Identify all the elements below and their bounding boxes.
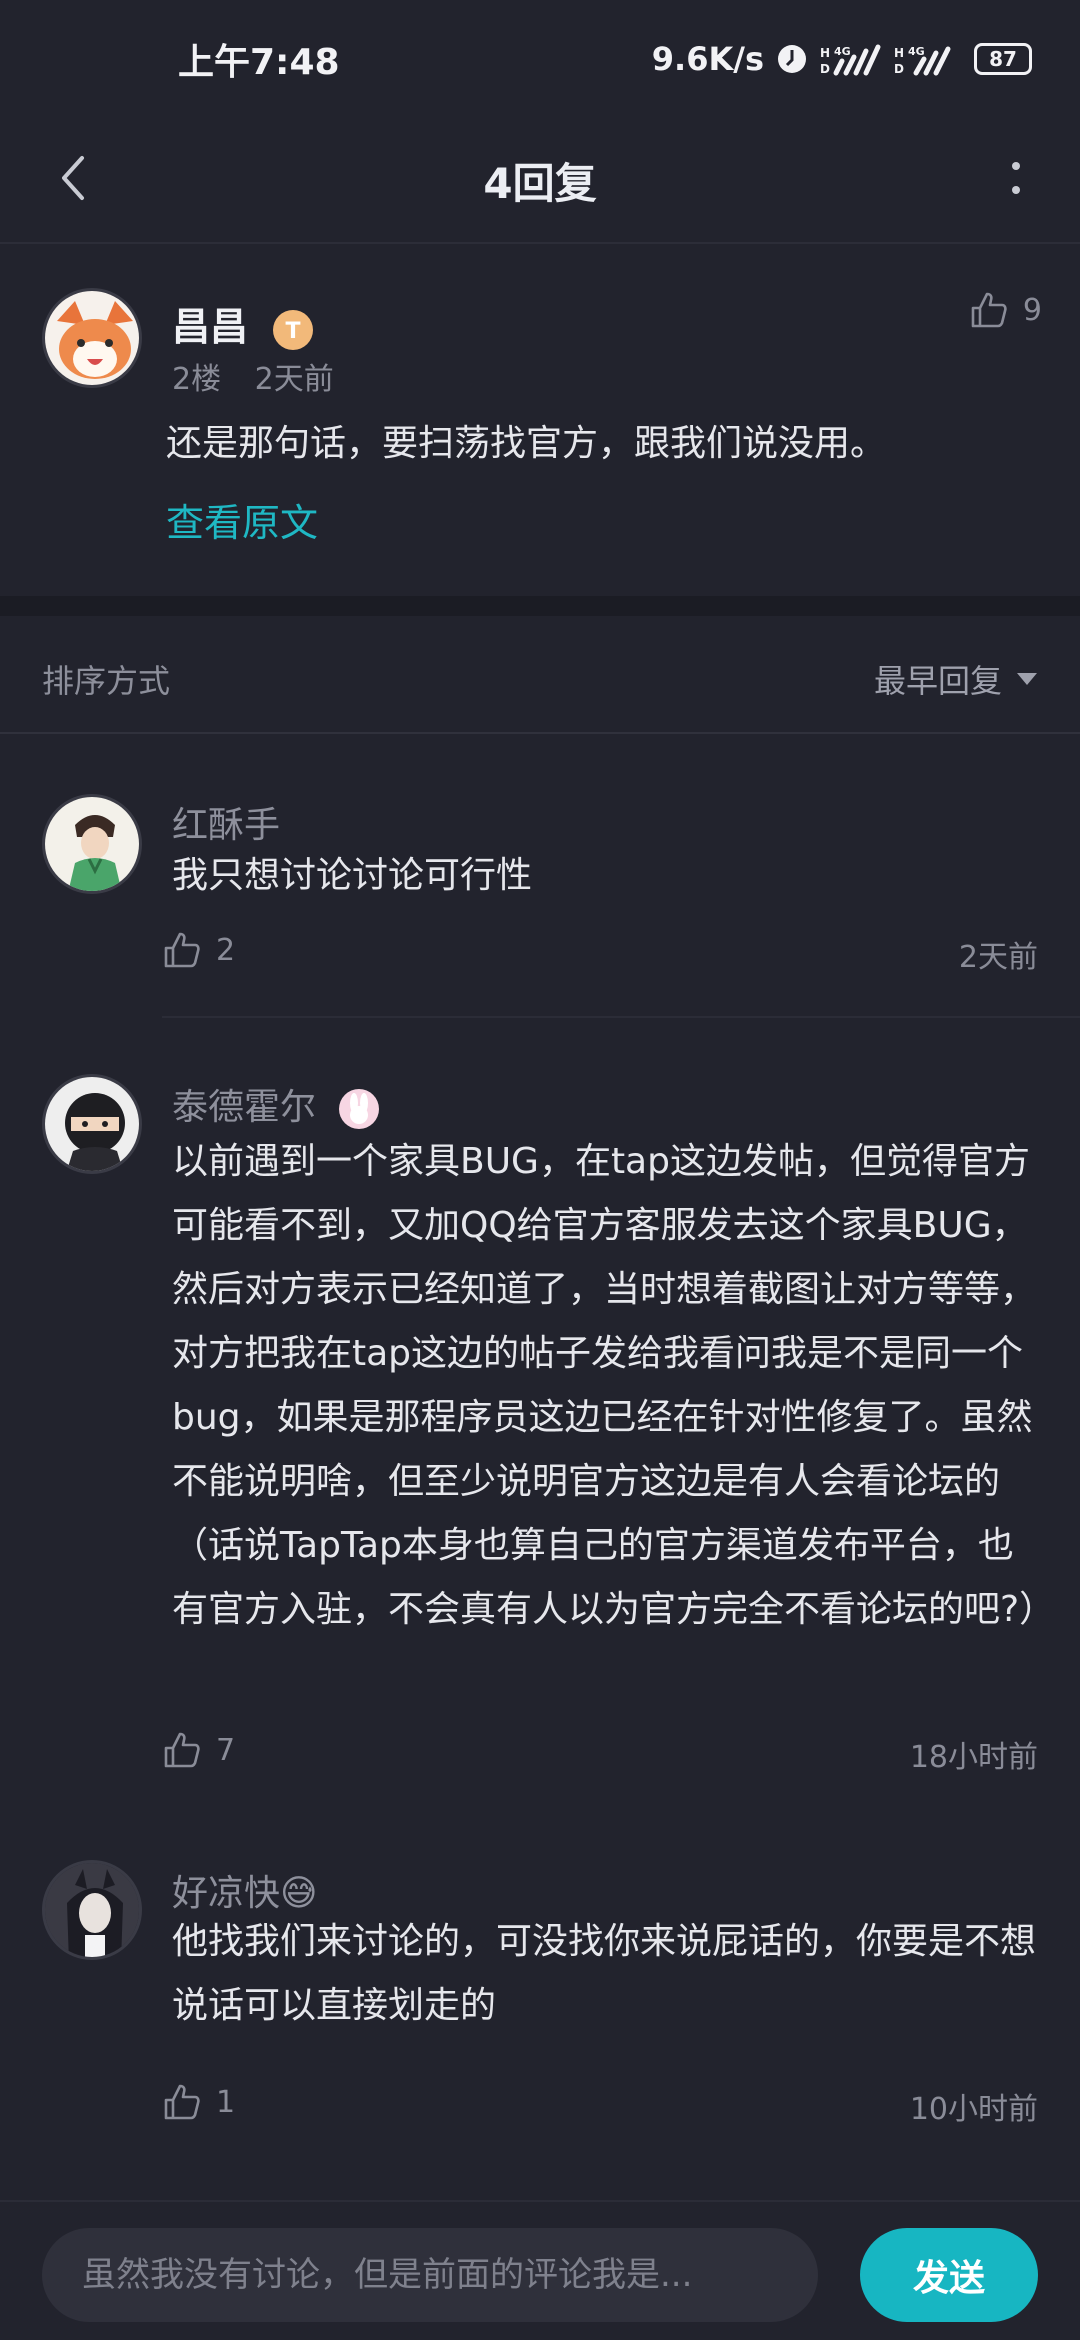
reply-author-label: 泰德霍尔	[172, 1087, 317, 1128]
avatar[interactable]	[42, 1860, 142, 1960]
author-name-label: 昌昌	[172, 305, 249, 349]
like-count: 1	[216, 2084, 236, 2120]
svg-text:D: D	[894, 62, 904, 76]
sort-label: 排序方式	[42, 662, 171, 700]
sort-selected: 最早回复	[873, 662, 1002, 700]
anime-girl-avatar-icon	[45, 1863, 139, 1957]
page-title: 4回复	[483, 158, 597, 208]
send-button[interactable]: 发送	[860, 2228, 1038, 2322]
svg-text:4G: 4G	[834, 45, 851, 58]
thumbs-up-icon	[164, 1732, 200, 1768]
character-avatar-icon	[45, 797, 139, 891]
rabbit-badge-icon	[339, 1089, 380, 1129]
network-speed: 9.6K/s	[651, 40, 764, 78]
more-options-button[interactable]	[988, 142, 1044, 214]
status-indicators: 9.6K/s H D 4G H D 4G 87	[652, 40, 1032, 78]
view-original-link[interactable]: 查看原文	[166, 492, 318, 547]
like-count: 9	[1022, 292, 1042, 328]
post-time: 2天前	[254, 362, 334, 397]
battery-indicator: 87	[974, 43, 1032, 75]
post-content: 还是那句话，要扫荡找官方，跟我们说没用。	[166, 423, 887, 464]
reply-item: 泰德霍尔 以前遇到一个家具BUG，在tap这边发帖，但觉得官方可能看不到，又加Q…	[0, 1024, 1080, 1804]
like-button[interactable]: 9	[969, 290, 1042, 330]
like-count: 7	[216, 1732, 236, 1768]
reply-content: 以前遇到一个家具BUG，在tap这边发帖，但觉得官方可能看不到，又加QQ给官方客…	[172, 1141, 1056, 1630]
reply-divider	[162, 1016, 1080, 1018]
post-meta: 2楼 2天前	[172, 354, 334, 398]
author-name[interactable]: 昌昌 T	[172, 296, 315, 352]
reply-time: 18小时前	[909, 1740, 1038, 1775]
chevron-left-icon	[62, 156, 84, 200]
like-button[interactable]: 2	[162, 930, 235, 970]
reply-author[interactable]: 好凉快😅	[172, 1864, 318, 1916]
avatar[interactable]	[42, 288, 142, 388]
level-badge-icon: T	[273, 309, 314, 350]
caret-down-icon	[1017, 673, 1037, 685]
ninja-avatar-icon	[45, 1077, 139, 1171]
sort-bar: 排序方式 最早回复	[0, 616, 1080, 734]
fox-avatar-icon	[45, 291, 139, 385]
comment-composer: 发送	[0, 2200, 1080, 2340]
section-divider	[0, 596, 1080, 616]
reply-content: 他找我们来讨论的，可没找你来说屁话的，你要是不想说话可以直接划走的	[172, 1921, 1037, 2026]
status-bar: 上午7:48 9.6K/s H D 4G H D 4G 87	[0, 0, 1080, 118]
thumbs-up-icon	[164, 932, 200, 968]
signal-4g-icon: H D 4G	[820, 44, 881, 76]
comment-input[interactable]	[42, 2228, 818, 2322]
back-button[interactable]	[40, 142, 104, 214]
reply-time: 2天前	[958, 940, 1038, 975]
reply-author[interactable]: 泰德霍尔	[172, 1078, 381, 1131]
top-header: 4回复	[0, 118, 1080, 244]
like-button[interactable]: 7	[162, 1730, 235, 1770]
sort-dropdown[interactable]: 最早回复	[874, 656, 1038, 702]
reply-time: 10小时前	[909, 2092, 1038, 2127]
svg-text:T: T	[286, 319, 301, 344]
svg-text:H: H	[894, 46, 904, 60]
avatar[interactable]	[42, 1074, 142, 1174]
reply-item: 好凉快😅 他找我们来讨论的，可没找你来说屁话的，你要是不想说话可以直接划走的 1…	[0, 1804, 1080, 2164]
signal-4g-icon-2: H D 4G	[894, 45, 951, 76]
reply-content: 我只想讨论讨论可行性	[172, 855, 533, 896]
like-count: 2	[216, 932, 236, 968]
reply-author[interactable]: 红酥手	[172, 796, 280, 848]
data-saver-icon	[778, 45, 806, 73]
like-button[interactable]: 1	[162, 2082, 235, 2122]
svg-text:H: H	[820, 46, 830, 60]
thumbs-up-icon	[164, 2084, 200, 2120]
thumbs-up-icon	[971, 292, 1007, 328]
main-post: 昌昌 T 2楼 2天前 9 还是那句话，要扫荡找官方，跟我们说没用。 查看原文	[0, 246, 1080, 596]
reply-item: 红酥手 我只想讨论讨论可行性 2 2天前	[0, 734, 1080, 1024]
svg-text:D: D	[820, 62, 830, 76]
status-time: 上午7:48	[178, 42, 340, 83]
avatar[interactable]	[42, 794, 142, 894]
svg-text:4G: 4G	[908, 45, 925, 58]
floor-number: 2楼	[172, 362, 222, 397]
more-vertical-icon	[1012, 162, 1020, 194]
